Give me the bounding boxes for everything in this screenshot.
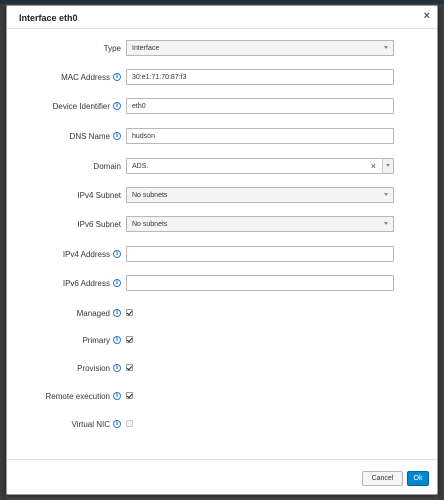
page-header-bar [0, 0, 444, 4]
ipv4-address-input[interactable] [126, 246, 394, 262]
mac-address-row: MAC Address i 30:e1:71:70:87:f3 [7, 69, 439, 85]
info-icon[interactable]: i [113, 420, 121, 428]
dns-name-row: DNS Name i hudson [7, 128, 439, 144]
domain-dropdown-button[interactable] [382, 159, 393, 173]
primary-label-text: Primary [82, 335, 110, 345]
ipv6-address-input[interactable] [126, 275, 394, 291]
remote-execution-row: Remote execution i [7, 388, 439, 404]
info-icon[interactable]: i [113, 309, 121, 317]
ipv6-address-label-text: IPv6 Address [62, 278, 110, 288]
mac-address-label: MAC Address i [61, 69, 121, 85]
domain-select[interactable]: ADS. × [126, 158, 394, 174]
device-identifier-label: Device Identifier i [53, 98, 121, 114]
type-label: Type [104, 40, 121, 56]
virtual-nic-label: Virtual NIC i [71, 416, 121, 432]
mac-address-label-text: MAC Address [61, 72, 110, 82]
remote-execution-checkbox[interactable] [126, 392, 133, 399]
domain-select-value: ADS. [132, 162, 149, 170]
virtual-nic-label-text: Virtual NIC [71, 419, 110, 429]
info-icon[interactable]: i [113, 336, 121, 344]
clear-icon[interactable]: × [371, 161, 376, 171]
close-icon[interactable]: × [424, 11, 430, 22]
ok-button[interactable]: Ok [407, 471, 429, 486]
dns-name-input[interactable]: hudson [126, 128, 394, 144]
dns-name-label: DNS Name i [70, 128, 121, 144]
managed-row: Managed i [7, 305, 439, 321]
ipv4-subnet-label-text: IPv4 Subnet [77, 190, 121, 200]
chevron-down-icon [384, 222, 388, 225]
domain-row: Domain ADS. × [7, 158, 439, 174]
info-icon[interactable]: i [113, 132, 121, 140]
provision-row: Provision i [7, 360, 439, 376]
ipv6-subnet-value: No subnets [132, 220, 168, 228]
info-icon[interactable]: i [113, 73, 121, 81]
virtual-nic-row: Virtual NIC i [7, 416, 439, 432]
info-icon[interactable]: i [113, 364, 121, 372]
mac-address-input[interactable]: 30:e1:71:70:87:f3 [126, 69, 394, 85]
remote-execution-label-text: Remote execution [45, 391, 110, 401]
ipv4-subnet-row: IPv4 Subnet No subnets [7, 187, 439, 203]
chevron-down-icon [384, 46, 388, 49]
ipv4-address-row: IPv4 Address i [7, 246, 439, 262]
primary-checkbox[interactable] [126, 336, 133, 343]
type-select[interactable]: Interface [126, 40, 394, 56]
device-identifier-row: Device Identifier i eth0 [7, 98, 439, 114]
managed-label-text: Managed [76, 308, 110, 318]
info-icon[interactable]: i [113, 392, 121, 400]
ipv6-subnet-select[interactable]: No subnets [126, 216, 394, 232]
dns-name-value: hudson [132, 132, 155, 140]
device-identifier-input[interactable]: eth0 [126, 98, 394, 114]
info-icon[interactable]: i [113, 250, 121, 258]
device-identifier-value: eth0 [132, 102, 146, 110]
modal-title: Interface eth0 [19, 13, 78, 23]
provision-label-text: Provision [77, 363, 110, 373]
info-icon[interactable]: i [113, 279, 121, 287]
managed-checkbox[interactable] [126, 309, 133, 316]
ipv6-subnet-label-text: IPv6 Subnet [77, 219, 121, 229]
domain-label: Domain [93, 158, 121, 174]
modal-footer: Cancel Ok [7, 459, 437, 494]
ipv4-subnet-value: No subnets [132, 191, 168, 199]
device-identifier-label-text: Device Identifier [52, 101, 110, 111]
managed-label: Managed i [77, 305, 121, 321]
info-icon[interactable]: i [113, 102, 121, 110]
modal-header: Interface eth0 × [7, 6, 437, 29]
domain-label-text: Domain [93, 161, 121, 171]
type-label-text: Type [103, 43, 121, 53]
mac-address-value: 30:e1:71:70:87:f3 [132, 73, 187, 81]
chevron-down-icon [384, 193, 388, 196]
ipv6-subnet-label: IPv6 Subnet [77, 216, 121, 232]
dns-name-label-text: DNS Name [69, 131, 110, 141]
interface-modal: Interface eth0 × Type Interface MAC Addr… [6, 5, 438, 495]
primary-row: Primary i [7, 332, 439, 348]
ipv4-subnet-label: IPv4 Subnet [77, 187, 121, 203]
ipv4-subnet-select[interactable]: No subnets [126, 187, 394, 203]
chevron-down-icon [386, 164, 390, 167]
type-row: Type Interface [7, 40, 439, 56]
ipv6-subnet-row: IPv6 Subnet No subnets [7, 216, 439, 232]
ipv6-address-label: IPv6 Address i [63, 275, 121, 291]
ipv4-address-label-text: IPv4 Address [62, 249, 110, 259]
type-select-value: Interface [132, 44, 160, 52]
ipv4-address-label: IPv4 Address i [63, 246, 121, 262]
primary-label: Primary i [82, 332, 121, 348]
virtual-nic-checkbox[interactable] [126, 420, 133, 427]
ipv6-address-row: IPv6 Address i [7, 275, 439, 291]
remote-execution-label: Remote execution i [46, 388, 121, 404]
provision-label: Provision i [77, 360, 121, 376]
cancel-button[interactable]: Cancel [362, 471, 403, 486]
provision-checkbox[interactable] [126, 364, 133, 371]
